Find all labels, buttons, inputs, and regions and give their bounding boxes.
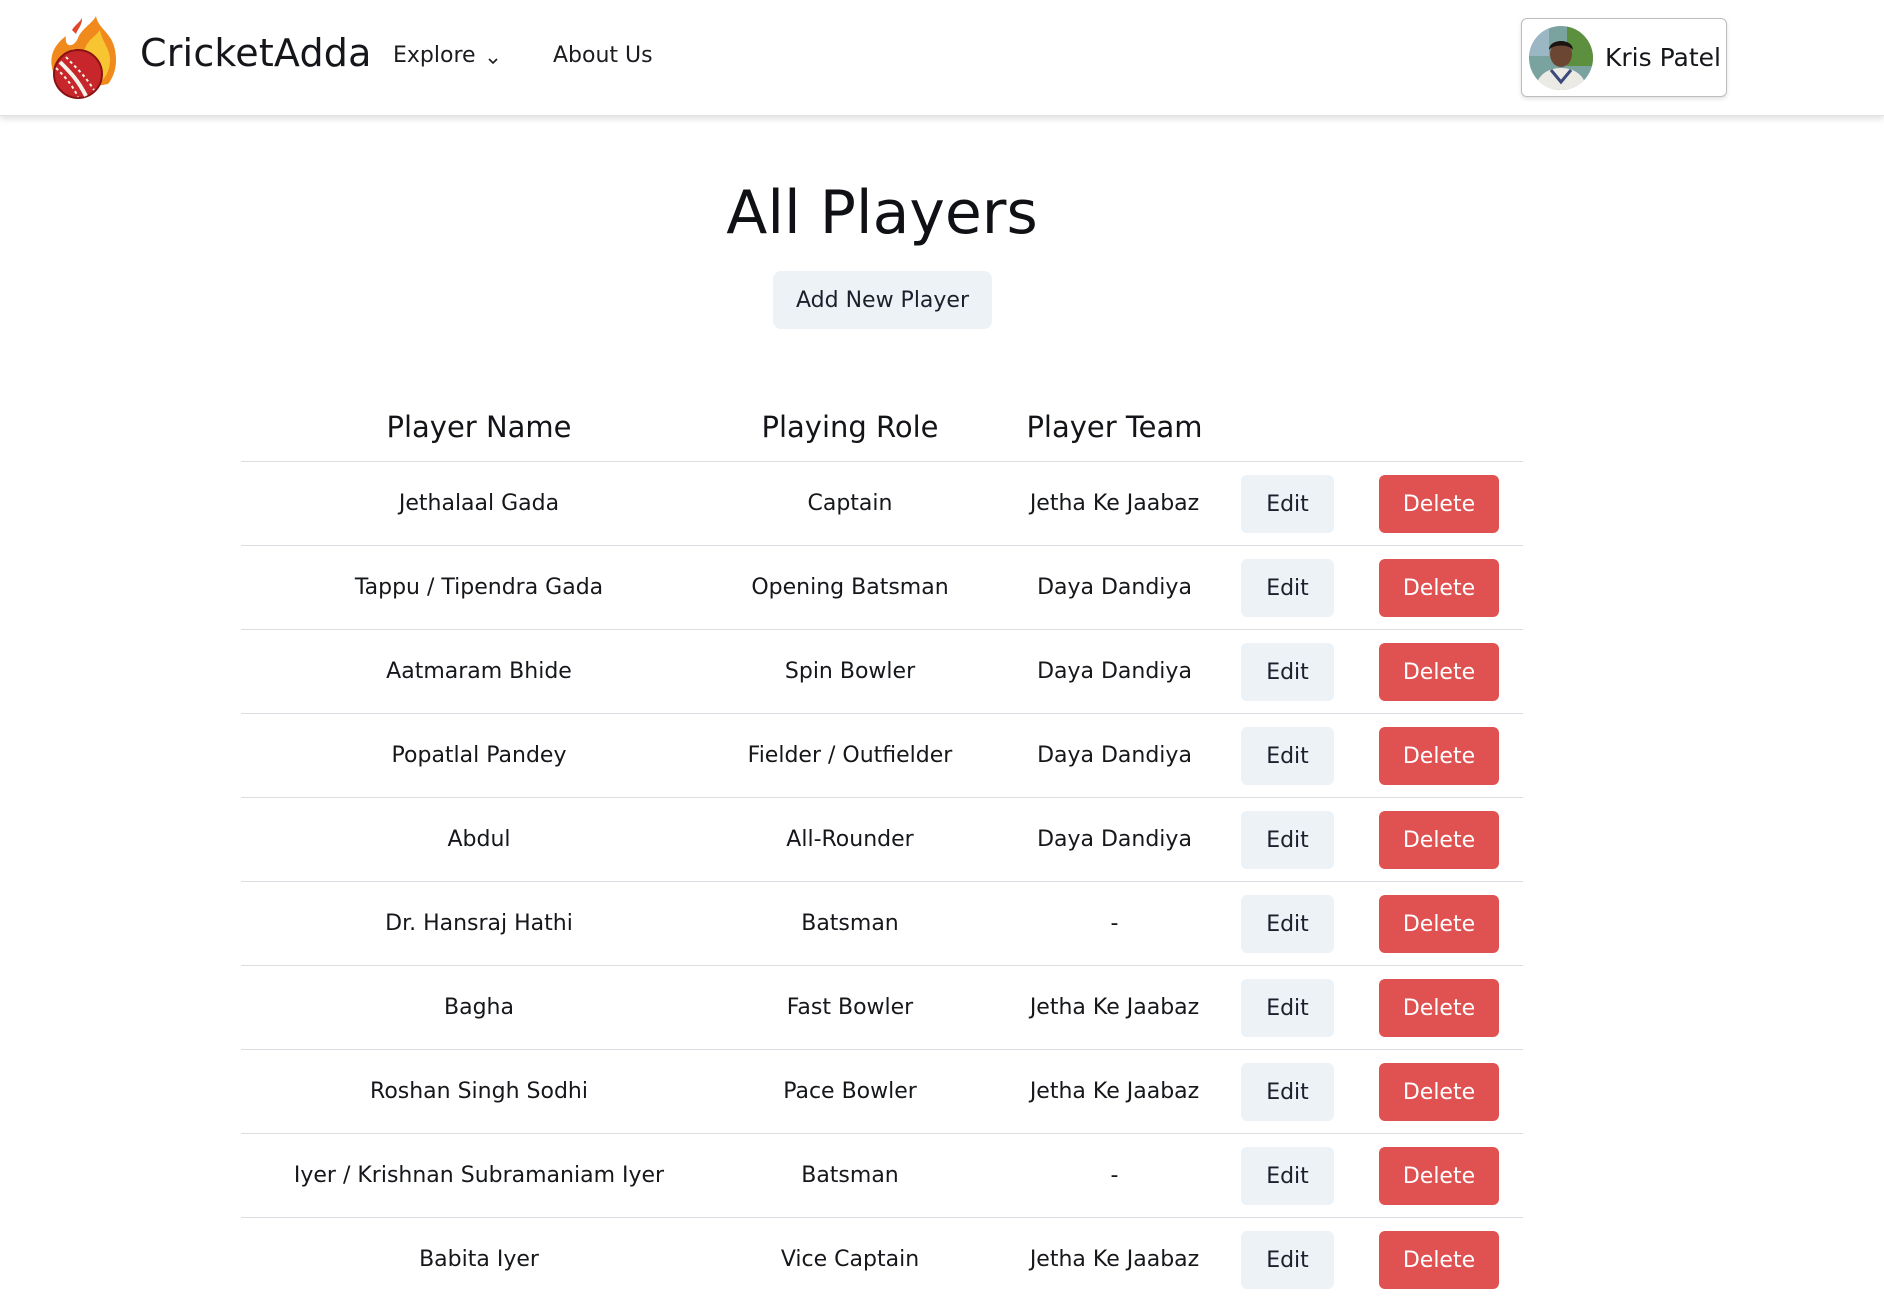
edit-button[interactable]: Edit: [1241, 1147, 1334, 1205]
playing-role: Spin Bowler: [784, 659, 916, 684]
explore-label: Explore: [393, 43, 476, 68]
table-row: Bagha Fast Bowler Jetha Ke Jaabaz Edit D…: [241, 966, 1523, 1050]
playing-role: Captain: [807, 491, 893, 516]
playing-role: Batsman: [801, 911, 899, 936]
header-player-name: Player Name: [386, 410, 572, 444]
playing-role: All-Rounder: [786, 827, 914, 852]
edit-button[interactable]: Edit: [1241, 1063, 1334, 1121]
delete-button[interactable]: Delete: [1379, 727, 1499, 785]
player-name: Roshan Singh Sodhi: [370, 1079, 588, 1104]
player-team: -: [1110, 911, 1119, 936]
profile-name: Kris Patel: [1605, 43, 1721, 72]
delete-button[interactable]: Delete: [1379, 979, 1499, 1037]
playing-role: Opening Batsman: [751, 575, 949, 600]
profile-button[interactable]: Kris Patel: [1521, 18, 1727, 97]
player-name: Babita Iyer: [419, 1247, 539, 1272]
player-name: Popatlal Pandey: [391, 743, 567, 768]
table-header: Player Name Playing Role Player Team: [241, 388, 1523, 462]
delete-button[interactable]: Delete: [1379, 1231, 1499, 1289]
delete-button[interactable]: Delete: [1379, 895, 1499, 953]
table-row: Iyer / Krishnan Subramaniam Iyer Batsman…: [241, 1134, 1523, 1218]
playing-role: Pace Bowler: [783, 1079, 917, 1104]
player-name: Abdul: [447, 827, 511, 852]
about-us-link[interactable]: About Us: [553, 43, 653, 68]
player-team: Daya Dandiya: [1037, 575, 1192, 600]
chevron-down-icon: [486, 49, 500, 64]
add-new-player-button[interactable]: Add New Player: [773, 271, 992, 329]
header-playing-role: Playing Role: [761, 410, 939, 444]
delete-button[interactable]: Delete: [1379, 1147, 1499, 1205]
player-name: Bagha: [444, 995, 514, 1020]
playing-role: Batsman: [801, 1163, 899, 1188]
table-row: Babita Iyer Vice Captain Jetha Ke Jaabaz…: [241, 1218, 1523, 1302]
playing-role: Fast Bowler: [786, 995, 914, 1020]
delete-button[interactable]: Delete: [1379, 643, 1499, 701]
player-team: Daya Dandiya: [1037, 659, 1192, 684]
top-navbar: CricketAdda Explore About Us Kris Patel: [0, 0, 1884, 116]
delete-button[interactable]: Delete: [1379, 811, 1499, 869]
table-row: Dr. Hansraj Hathi Batsman - Edit Delete: [241, 882, 1523, 966]
edit-button[interactable]: Edit: [1241, 979, 1334, 1037]
delete-button[interactable]: Delete: [1379, 475, 1499, 533]
player-team: Jetha Ke Jaabaz: [1029, 1247, 1200, 1272]
player-name: Jethalaal Gada: [398, 491, 560, 516]
table-row: Roshan Singh Sodhi Pace Bowler Jetha Ke …: [241, 1050, 1523, 1134]
player-name: Aatmaram Bhide: [386, 659, 572, 684]
player-team: Daya Dandiya: [1037, 827, 1192, 852]
edit-button[interactable]: Edit: [1241, 811, 1334, 869]
table-row: Tappu / Tipendra Gada Opening Batsman Da…: [241, 546, 1523, 630]
edit-button[interactable]: Edit: [1241, 559, 1334, 617]
delete-button[interactable]: Delete: [1379, 559, 1499, 617]
player-name: Iyer / Krishnan Subramaniam Iyer: [293, 1163, 665, 1188]
delete-button[interactable]: Delete: [1379, 1063, 1499, 1121]
players-table: Player Name Playing Role Player Team Jet…: [241, 388, 1523, 1302]
table-row: Abdul All-Rounder Daya Dandiya Edit Dele…: [241, 798, 1523, 882]
player-team: Daya Dandiya: [1037, 743, 1192, 768]
player-name: Tappu / Tipendra Gada: [354, 575, 604, 600]
page-title: All Players: [726, 178, 1038, 248]
edit-button[interactable]: Edit: [1241, 643, 1334, 701]
edit-button[interactable]: Edit: [1241, 727, 1334, 785]
player-team: Jetha Ke Jaabaz: [1029, 995, 1200, 1020]
explore-menu[interactable]: Explore: [393, 43, 500, 68]
table-row: Aatmaram Bhide Spin Bowler Daya Dandiya …: [241, 630, 1523, 714]
player-name: Dr. Hansraj Hathi: [385, 911, 573, 936]
avatar: [1529, 25, 1593, 90]
edit-button[interactable]: Edit: [1241, 895, 1334, 953]
brand-name[interactable]: CricketAdda: [140, 31, 372, 75]
edit-button[interactable]: Edit: [1241, 475, 1334, 533]
flaming-cricket-ball-logo[interactable]: [44, 14, 122, 100]
player-team: Jetha Ke Jaabaz: [1029, 1079, 1200, 1104]
player-team: Jetha Ke Jaabaz: [1029, 491, 1200, 516]
table-row: Popatlal Pandey Fielder / Outfielder Day…: [241, 714, 1523, 798]
edit-button[interactable]: Edit: [1241, 1231, 1334, 1289]
header-player-team: Player Team: [1026, 410, 1203, 444]
table-row: Jethalaal Gada Captain Jetha Ke Jaabaz E…: [241, 462, 1523, 546]
playing-role: Vice Captain: [780, 1247, 920, 1272]
player-team: -: [1110, 1163, 1119, 1188]
playing-role: Fielder / Outfielder: [747, 743, 953, 768]
